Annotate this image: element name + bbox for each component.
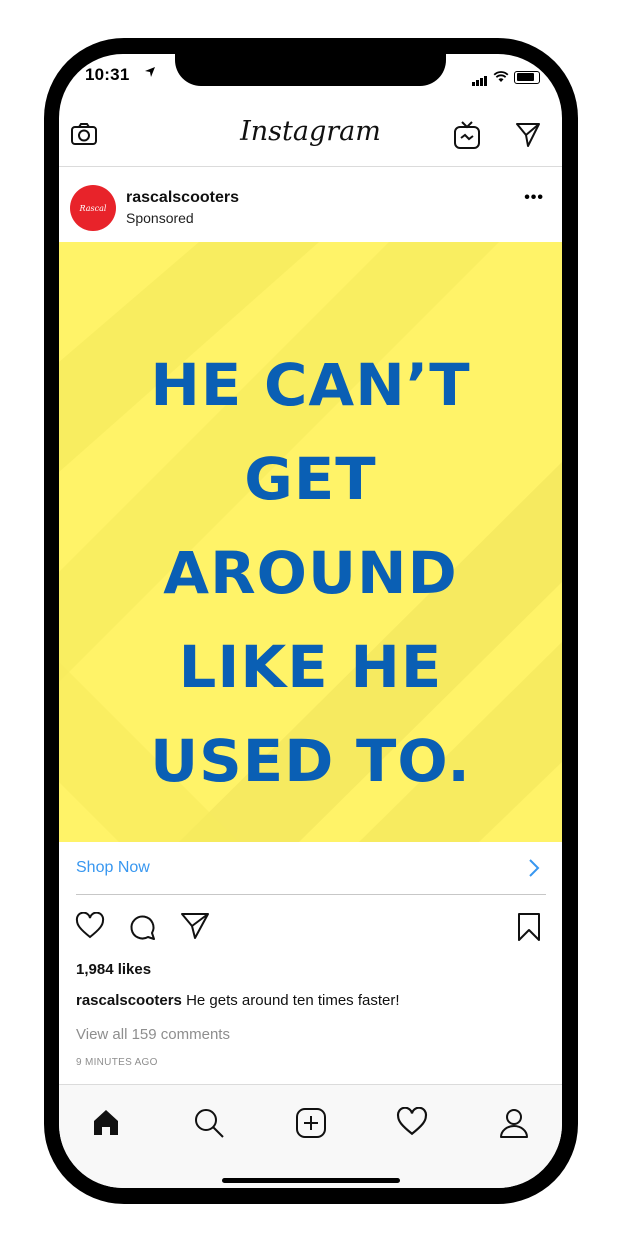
add-post-icon[interactable] [295, 1107, 327, 1139]
search-icon[interactable] [193, 1107, 225, 1139]
shop-now-link[interactable]: Shop Now [76, 842, 546, 895]
bookmark-icon[interactable] [517, 912, 541, 942]
post-actions [59, 912, 562, 952]
profile-icon[interactable] [499, 1107, 529, 1139]
home-indicator[interactable] [222, 1178, 400, 1183]
avatar-label: Rascal [79, 203, 107, 213]
comment-icon[interactable] [128, 912, 158, 942]
share-icon[interactable] [180, 912, 210, 940]
chevron-right-icon [528, 858, 540, 883]
igtv-icon[interactable] [452, 120, 482, 155]
home-icon[interactable] [91, 1107, 121, 1137]
view-comments-link[interactable]: View all 159 comments [76, 1026, 230, 1043]
heart-icon[interactable] [75, 912, 105, 940]
caption-text: He gets around ten times faster! [181, 992, 400, 1009]
signal-icon [472, 68, 488, 86]
avatar[interactable]: Rascal [70, 185, 116, 231]
sponsored-label: Sponsored [126, 210, 194, 226]
more-icon[interactable]: ••• [524, 189, 544, 207]
ad-line: USED TO. [150, 727, 471, 795]
post-image[interactable]: HE CAN’T GET AROUND LIKE HE USED TO. [59, 242, 562, 842]
battery-icon [514, 70, 540, 84]
like-count[interactable]: 1,984 likes [76, 961, 151, 978]
phone-screen: 10:31 Instagram Rascal rascalscooters Sp… [59, 54, 562, 1188]
post-timestamp: 9 MINUTES AGO [76, 1057, 158, 1068]
post-caption: rascalscooters He gets around ten times … [76, 992, 400, 1009]
wifi-icon [493, 71, 509, 82]
direct-send-icon[interactable] [514, 121, 542, 154]
shop-now-label: Shop Now [76, 859, 150, 876]
caption-username[interactable]: rascalscooters [76, 992, 182, 1009]
status-indicators [472, 68, 540, 86]
bottom-tab-bar [59, 1084, 562, 1188]
activity-heart-icon[interactable] [396, 1107, 428, 1137]
post-header: Rascal rascalscooters Sponsored ••• [59, 167, 562, 242]
ad-line: HE CAN’T [150, 351, 471, 419]
phone-notch [175, 54, 446, 86]
app-logo: Instagram [240, 116, 381, 147]
location-arrow-icon [144, 66, 156, 81]
post-username[interactable]: rascalscooters [126, 189, 239, 207]
top-bar: Instagram [59, 100, 562, 167]
ad-line: AROUND [163, 539, 458, 607]
ad-line: LIKE HE [178, 633, 443, 701]
status-time: 10:31 [85, 65, 130, 84]
ad-line: GET [244, 445, 377, 513]
ad-headline: HE CAN’T GET AROUND LIKE HE USED TO. [59, 338, 562, 808]
